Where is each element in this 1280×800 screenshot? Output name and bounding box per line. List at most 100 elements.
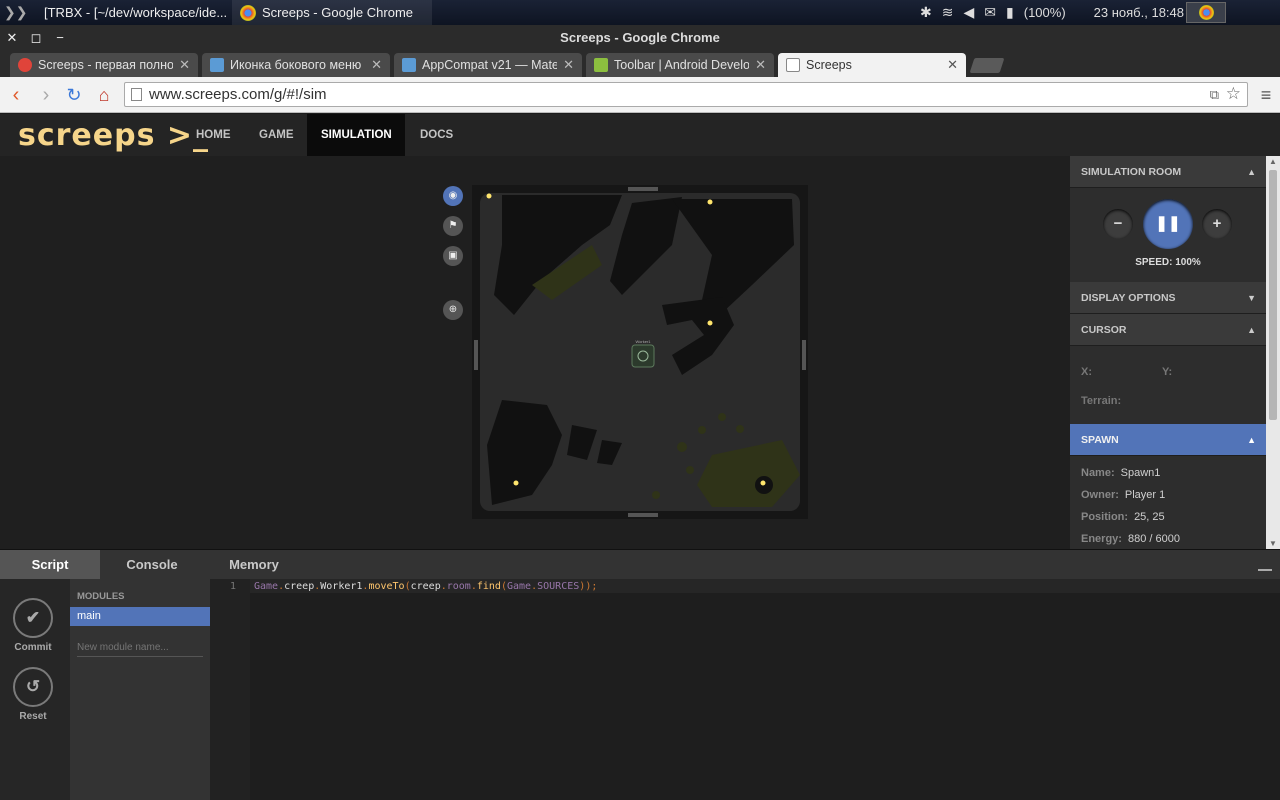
browser-tab-active[interactable]: Screeps ✕ [778, 53, 966, 77]
simulation-room-header[interactable]: SIMULATION ROOM ▲ [1070, 156, 1266, 188]
module-item-main[interactable]: main [70, 607, 210, 626]
checkmark-icon: ✔ [13, 598, 53, 638]
new-module-input[interactable] [77, 639, 203, 657]
volume-icon[interactable]: ◀ [964, 4, 975, 21]
translate-icon[interactable]: ⧉ [1210, 83, 1219, 106]
collapse-caret-icon: ▲ [1247, 435, 1256, 445]
browser-toolbar: ‹ › ↻ ⌂ www.screeps.com/g/#!/sim ⧉ ☆ ≡ [0, 77, 1280, 113]
field-label: Position: [1081, 511, 1129, 523]
energy-source-icon [513, 480, 519, 486]
code-area[interactable]: Game.creep.Worker1.moveTo(creep.room.fin… [250, 579, 1280, 800]
scroll-down-icon[interactable]: ▼ [1269, 539, 1277, 548]
new-tab-button[interactable] [969, 58, 1005, 73]
taskbar-item-ide[interactable]: [TRBX - [~/dev/workspace/ide... [30, 0, 230, 25]
scrollbar-thumb[interactable] [1269, 170, 1277, 420]
panel-scrollbar[interactable]: ▲ ▼ [1266, 156, 1280, 549]
screeps-logo[interactable]: screeps >_ [18, 118, 209, 153]
creep-label: Worker1 [635, 339, 651, 344]
chrome-menu-icon[interactable]: ≡ [1254, 83, 1278, 107]
line-number: 1 [229, 581, 236, 592]
wifi-icon[interactable]: ≋ [942, 4, 954, 21]
mail-icon[interactable]: ✉ [984, 4, 996, 21]
browser-tab[interactable]: AppCompat v21 — Materi ✕ [394, 53, 582, 77]
room-map[interactable]: Worker1 [472, 185, 808, 519]
tab-close-icon[interactable]: ✕ [371, 57, 382, 73]
forward-icon[interactable]: › [34, 83, 58, 107]
tab-title: Toolbar | Android Develop [614, 58, 750, 72]
spawn-energy-row: Energy: 880 / 6000 [1070, 528, 1266, 549]
pause-button[interactable]: ❚❚ [1143, 199, 1193, 249]
browser-tab[interactable]: Toolbar | Android Develop ✕ [586, 53, 774, 77]
tab-memory[interactable]: Memory [204, 550, 304, 580]
chrome-icon [240, 4, 256, 21]
speed-decrease-button[interactable]: − [1103, 209, 1133, 239]
nav-home[interactable]: HOME [182, 114, 245, 156]
bluetooth-icon[interactable]: ✱ [920, 4, 932, 21]
collapse-caret-icon: ▲ [1247, 167, 1256, 177]
field-value: 880 / 6000 [1127, 533, 1180, 545]
section-title: CURSOR [1081, 324, 1127, 336]
bookmark-star-icon[interactable]: ☆ [1226, 82, 1241, 105]
tray-chrome-icon[interactable] [1186, 2, 1226, 23]
browser-tab[interactable]: Screeps - первая полноц ✕ [10, 53, 198, 77]
android-favicon-icon [594, 58, 608, 72]
scroll-up-icon[interactable]: ▲ [1269, 157, 1277, 166]
tab-title: Иконка бокового меню [230, 58, 362, 72]
view-eye-icon[interactable]: ◉ [443, 186, 463, 206]
reload-icon[interactable]: ↻ [62, 83, 86, 107]
collapse-caret-icon: ▲ [1247, 325, 1256, 335]
tab-close-icon[interactable]: ✕ [563, 57, 574, 73]
nav-game[interactable]: GAME [245, 114, 308, 156]
flag-icon[interactable]: ⚑ [443, 216, 463, 236]
construct-cube-icon[interactable]: ▣ [443, 246, 463, 266]
tab-close-icon[interactable]: ✕ [179, 57, 190, 73]
cursor-x-label: X: [1081, 366, 1092, 378]
taskbar-item-label: Screeps - Google Chrome [262, 5, 414, 20]
speed-increase-button[interactable]: + [1202, 209, 1232, 239]
back-icon[interactable]: ‹ [4, 83, 28, 107]
clock[interactable]: 23 нояб., 18:48 [1094, 5, 1184, 20]
tab-console[interactable]: Console [100, 550, 204, 580]
modules-label: MODULES [77, 591, 125, 602]
map-exit [802, 340, 806, 370]
center-target-icon[interactable]: ⊕ [443, 300, 463, 320]
tab-script[interactable]: Script [0, 550, 100, 580]
battery-icon[interactable]: ▮ [1006, 4, 1014, 21]
room-map-canvas[interactable]: Worker1 [472, 185, 808, 519]
maximize-window-icon[interactable]: ◻ [24, 25, 48, 51]
editor-tab-bar: Script Console Memory [0, 549, 1280, 580]
line-gutter: 1 [210, 579, 250, 800]
taskbar-item-chrome[interactable]: Screeps - Google Chrome [232, 0, 432, 25]
commit-label: Commit [14, 642, 52, 653]
field-value: Spawn1 [1120, 467, 1161, 479]
energy-source-icon [760, 480, 766, 486]
map-swamp [698, 426, 706, 434]
display-options-header[interactable]: DISPLAY OPTIONS ▼ [1070, 282, 1266, 314]
map-swamp [677, 442, 687, 452]
nav-simulation[interactable]: SIMULATION [307, 114, 405, 156]
url-text: www.screeps.com/g/#!/sim [149, 86, 327, 103]
screeps-favicon-icon [18, 58, 32, 72]
spawn-header[interactable]: SPAWN ▲ [1070, 424, 1266, 456]
tab-close-icon[interactable]: ✕ [947, 57, 958, 73]
minimize-editor-icon[interactable] [1258, 569, 1272, 571]
reset-button[interactable]: ↺ Reset [12, 667, 54, 722]
energy-source-icon [707, 199, 713, 205]
map-swamp [652, 491, 660, 499]
tab-close-icon[interactable]: ✕ [755, 57, 766, 73]
nav-docs[interactable]: DOCS [406, 114, 467, 156]
close-window-icon[interactable]: ✕ [0, 25, 24, 51]
speed-label: SPEED: 100% [1135, 257, 1201, 268]
cursor-header[interactable]: CURSOR ▲ [1070, 314, 1266, 346]
window-titlebar: ✕ ◻ − Screeps - Google Chrome [0, 25, 1280, 51]
address-bar[interactable]: www.screeps.com/g/#!/sim ⧉ ☆ [124, 82, 1248, 107]
modules-sidebar: MODULES main [70, 579, 210, 800]
browser-tab[interactable]: Иконка бокового меню ✕ [202, 53, 390, 77]
home-icon[interactable]: ⌂ [92, 83, 116, 107]
code-line[interactable]: Game.creep.Worker1.moveTo(creep.room.fin… [254, 581, 597, 592]
reset-label: Reset [19, 711, 47, 722]
minimize-window-icon[interactable]: − [48, 25, 72, 51]
commit-button[interactable]: ✔ Commit [12, 598, 54, 653]
panel-menu-icon[interactable]: ❯❯ [4, 4, 27, 21]
map-exit [628, 513, 658, 517]
